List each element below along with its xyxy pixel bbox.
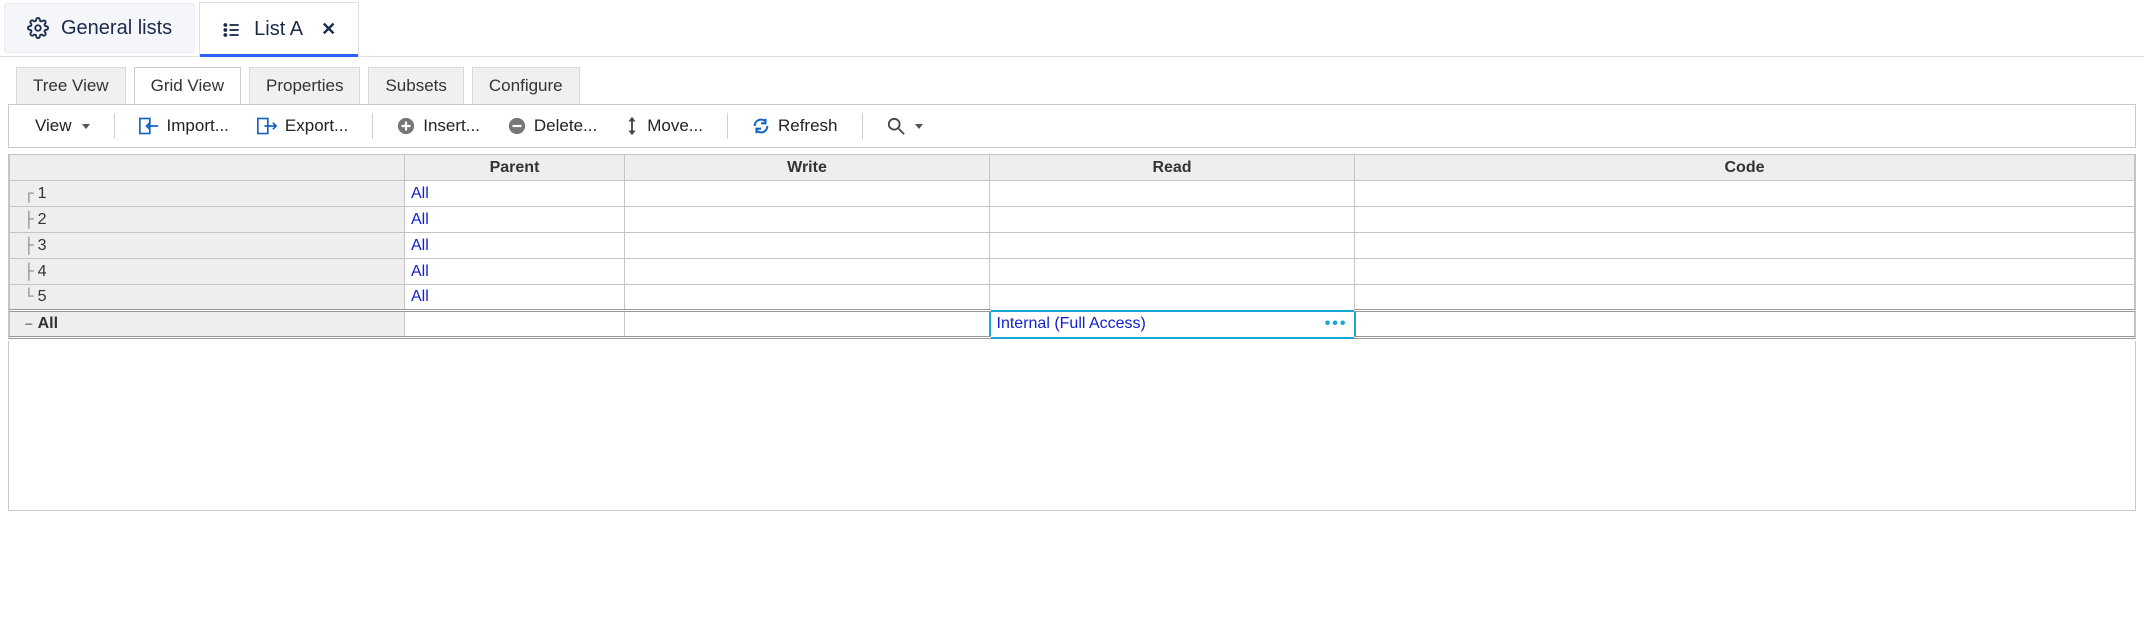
view-mode-tabs: Tree View Grid View Properties Subsets C… <box>0 57 2144 104</box>
import-button[interactable]: Import... <box>127 112 241 140</box>
tab-label: General lists <box>61 17 172 40</box>
cell-code[interactable] <box>1355 259 2135 285</box>
cell-code[interactable] <box>1355 285 2135 311</box>
cell-write[interactable] <box>625 311 990 338</box>
cell-code[interactable] <box>1355 233 2135 259</box>
cell-parent[interactable]: All <box>405 207 625 233</box>
cell-write[interactable] <box>625 233 990 259</box>
cell-parent[interactable]: All <box>405 181 625 207</box>
export-icon <box>257 117 277 135</box>
caret-down-icon <box>82 124 90 129</box>
cell-code[interactable] <box>1355 181 2135 207</box>
cell-read[interactable] <box>990 181 1355 207</box>
move-button[interactable]: Move... <box>613 112 715 140</box>
tab-tree-view[interactable]: Tree View <box>16 67 126 104</box>
refresh-icon <box>752 117 770 135</box>
cell-parent[interactable]: All <box>405 233 625 259</box>
tab-configure[interactable]: Configure <box>472 67 580 104</box>
cell-write[interactable] <box>625 181 990 207</box>
tool-label: Refresh <box>778 116 838 136</box>
move-vertical-icon <box>625 116 639 136</box>
cell-write[interactable] <box>625 207 990 233</box>
separator <box>372 113 373 139</box>
cell-parent[interactable]: All <box>405 285 625 311</box>
row-label[interactable]: ├2 <box>10 207 405 233</box>
minus-circle-icon <box>508 117 526 135</box>
col-write[interactable]: Write <box>625 155 990 181</box>
tool-label: Insert... <box>423 116 480 136</box>
gear-icon <box>27 17 49 39</box>
toolbar: View Import... Export... Insert... Delet… <box>8 104 2136 148</box>
tool-label: View <box>35 116 72 136</box>
tool-label: Export... <box>285 116 348 136</box>
row-label[interactable]: ├4 <box>10 259 405 285</box>
tab-general-lists[interactable]: General lists <box>4 3 195 53</box>
col-code[interactable]: Code <box>1355 155 2135 181</box>
col-read[interactable]: Read <box>990 155 1355 181</box>
tab-list-a[interactable]: List A ✕ <box>199 2 359 56</box>
list-icon <box>222 20 242 40</box>
cell-read[interactable] <box>990 285 1355 311</box>
close-icon[interactable]: ✕ <box>321 19 336 40</box>
cell-read[interactable] <box>990 259 1355 285</box>
grid-summary-row: –All Internal (Full Access) ••• <box>10 311 2135 338</box>
tab-label: List A <box>254 18 303 41</box>
separator <box>727 113 728 139</box>
cell-picker-icon[interactable]: ••• <box>1325 315 1348 333</box>
refresh-button[interactable]: Refresh <box>740 112 850 140</box>
cell-parent[interactable] <box>405 311 625 338</box>
row-label[interactable]: ┌1 <box>10 181 405 207</box>
row-label[interactable]: –All <box>10 311 405 338</box>
view-menu[interactable]: View <box>23 112 102 140</box>
grid-row: ┌1 All <box>10 181 2135 207</box>
grid-header-row: Parent Write Read Code <box>10 155 2135 181</box>
caret-down-icon <box>915 124 923 129</box>
grid-row: ├2 All <box>10 207 2135 233</box>
search-icon <box>887 117 905 135</box>
cell-read-active[interactable]: Internal (Full Access) ••• <box>990 311 1355 338</box>
grid-row: ├3 All <box>10 233 2135 259</box>
grid: Parent Write Read Code ┌1 All ├2 All ├3 … <box>8 154 2136 339</box>
grid-row: └5 All <box>10 285 2135 311</box>
search-menu[interactable] <box>875 113 935 139</box>
tab-grid-view[interactable]: Grid View <box>134 67 241 104</box>
cell-write[interactable] <box>625 285 990 311</box>
plus-circle-icon <box>397 117 415 135</box>
tool-label: Import... <box>167 116 229 136</box>
grid-empty-area[interactable] <box>8 341 2136 511</box>
separator <box>862 113 863 139</box>
delete-button[interactable]: Delete... <box>496 112 609 140</box>
row-label[interactable]: └5 <box>10 285 405 311</box>
cell-code[interactable] <box>1355 207 2135 233</box>
col-rowhead[interactable] <box>10 155 405 181</box>
tab-properties[interactable]: Properties <box>249 67 360 104</box>
cell-write[interactable] <box>625 259 990 285</box>
separator <box>114 113 115 139</box>
insert-button[interactable]: Insert... <box>385 112 492 140</box>
cell-read[interactable] <box>990 233 1355 259</box>
export-button[interactable]: Export... <box>245 112 360 140</box>
cell-parent[interactable]: All <box>405 259 625 285</box>
tool-label: Delete... <box>534 116 597 136</box>
window-tabs: General lists List A ✕ <box>0 0 2144 57</box>
cell-read[interactable] <box>990 207 1355 233</box>
tab-subsets[interactable]: Subsets <box>368 67 463 104</box>
import-icon <box>139 117 159 135</box>
tool-label: Move... <box>647 116 703 136</box>
cell-code[interactable] <box>1355 311 2135 338</box>
row-label[interactable]: ├3 <box>10 233 405 259</box>
grid-row: ├4 All <box>10 259 2135 285</box>
col-parent[interactable]: Parent <box>405 155 625 181</box>
